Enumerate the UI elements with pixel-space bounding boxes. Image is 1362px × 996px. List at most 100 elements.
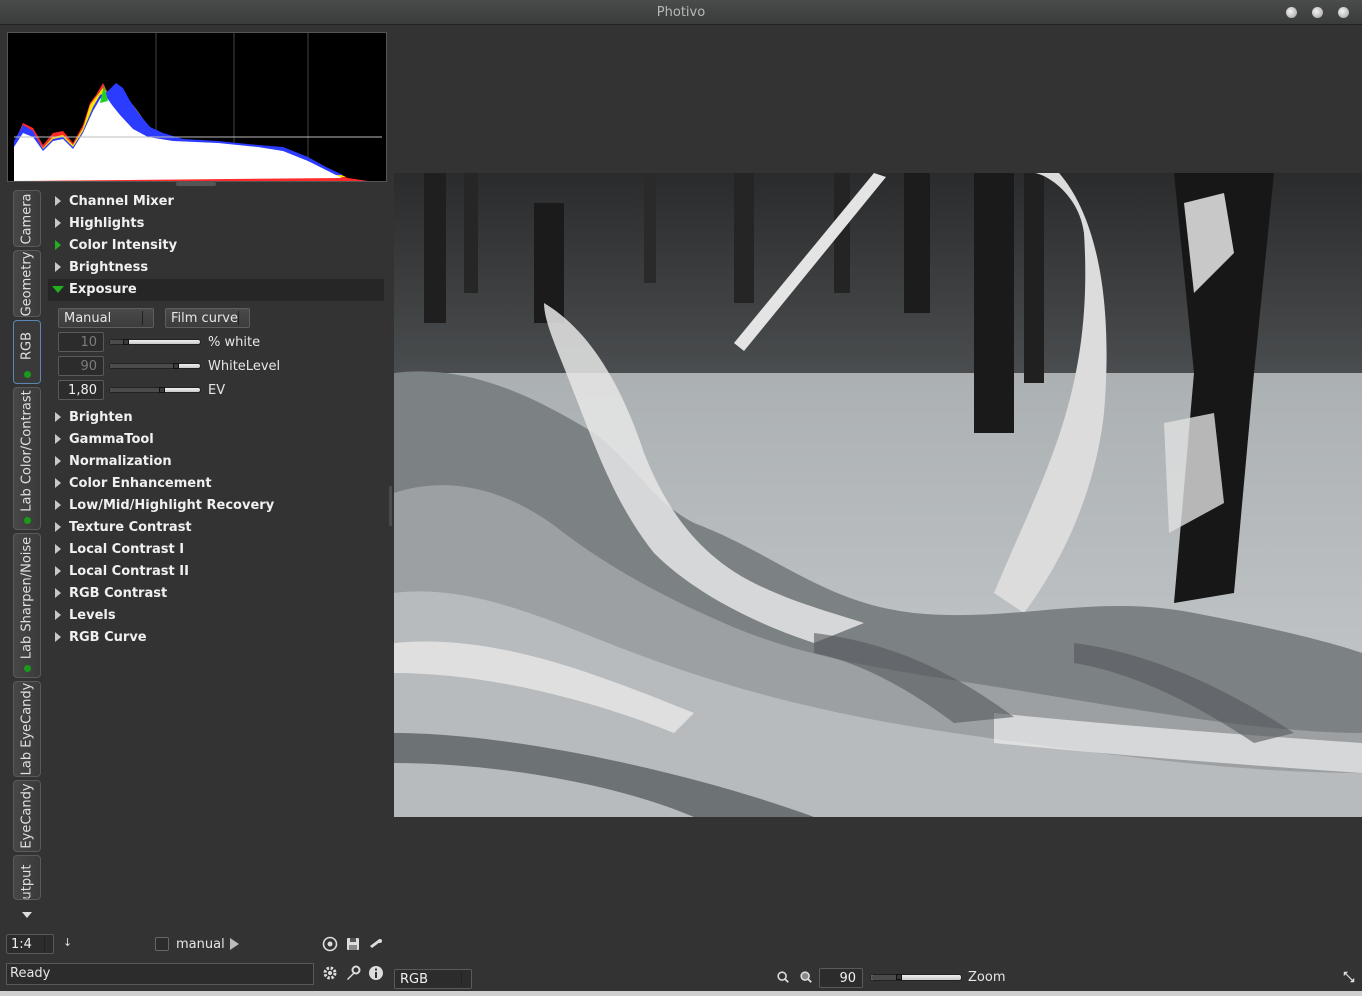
filter-channel-mixer[interactable]: Channel Mixer bbox=[48, 191, 384, 213]
ev-slider[interactable] bbox=[109, 387, 201, 393]
filter-label: Normalization bbox=[69, 454, 172, 469]
pipe-size-select[interactable]: 1:4 bbox=[6, 934, 54, 954]
filter-levels[interactable]: Levels bbox=[48, 605, 384, 627]
tab-geometry[interactable]: Geometry bbox=[13, 250, 41, 317]
tab-scroll-down-icon[interactable] bbox=[22, 912, 32, 918]
filter-rgb-contrast[interactable]: RGB Contrast bbox=[48, 583, 384, 605]
filter-label: Channel Mixer bbox=[69, 194, 174, 209]
slider-fill bbox=[110, 340, 123, 344]
run-pipe-play-icon[interactable] bbox=[230, 938, 239, 950]
filter-color-intensity[interactable]: Color Intensity bbox=[48, 235, 384, 257]
tool-tabs: Camera Geometry RGB Lab Color/Contrast L… bbox=[13, 188, 43, 900]
filter-normalization[interactable]: Normalization bbox=[48, 451, 384, 473]
expand-arrow-icon bbox=[55, 262, 61, 272]
fullscreen-icon[interactable] bbox=[1342, 970, 1356, 984]
tab-active-indicator bbox=[24, 371, 31, 378]
tab-lab-color-contrast[interactable]: Lab Color/Contrast bbox=[13, 387, 41, 530]
panel-splitter[interactable] bbox=[389, 486, 392, 526]
filter-brightness[interactable]: Brightness bbox=[48, 257, 384, 279]
slider-handle[interactable] bbox=[123, 339, 129, 345]
filter-exposure[interactable]: Exposure bbox=[48, 279, 384, 301]
window-title: Photivo bbox=[656, 5, 706, 20]
save-icon[interactable] bbox=[345, 936, 361, 952]
tab-lab-sharpen-noise[interactable]: Lab Sharpen/Noise bbox=[13, 533, 41, 678]
tab-camera[interactable]: Camera bbox=[13, 190, 41, 247]
filter-label: Levels bbox=[69, 608, 116, 623]
manual-checkbox[interactable] bbox=[155, 937, 169, 951]
combo-separator bbox=[142, 311, 143, 325]
exposure-curve-select[interactable]: Film curve bbox=[165, 308, 250, 328]
tab-eyecandy[interactable]: EyeCandy bbox=[13, 780, 41, 852]
filter-highlights[interactable]: Highlights bbox=[48, 213, 384, 235]
export-icon[interactable] bbox=[368, 936, 384, 952]
tab-lab-eyecandy[interactable]: Lab EyeCandy bbox=[13, 681, 41, 777]
maximize-button[interactable] bbox=[1312, 7, 1323, 18]
ev-input[interactable]: 1,80 bbox=[58, 380, 104, 400]
close-button[interactable] bbox=[1338, 7, 1349, 18]
filter-rgb-curve[interactable]: RGB Curve bbox=[48, 627, 384, 649]
filter-label: Highlights bbox=[69, 216, 145, 231]
filter-brighten[interactable]: Brighten bbox=[48, 407, 384, 429]
collapse-arrow-icon bbox=[52, 286, 64, 293]
zoom-slider[interactable] bbox=[870, 974, 962, 981]
filter-list: Channel Mixer Highlights Color Intensity… bbox=[48, 191, 386, 651]
filter-label: GammaTool bbox=[69, 432, 154, 447]
slider-handle[interactable] bbox=[159, 387, 165, 393]
white-level-input[interactable]: 90 bbox=[58, 356, 104, 376]
zoom-fit-icon[interactable] bbox=[776, 970, 790, 984]
reset-icon[interactable] bbox=[322, 936, 338, 952]
tab-rgb[interactable]: RGB bbox=[13, 320, 41, 384]
filter-label: Color Intensity bbox=[69, 238, 178, 253]
filter-label: Exposure bbox=[69, 282, 137, 297]
expand-arrow-icon bbox=[55, 196, 61, 206]
image-preview[interactable] bbox=[394, 173, 1362, 817]
status-text: Ready bbox=[10, 966, 51, 981]
tab-label: Geometry bbox=[19, 251, 35, 316]
exposure-curve-value: Film curve bbox=[171, 311, 238, 326]
filter-color-enhancement[interactable]: Color Enhancement bbox=[48, 473, 384, 495]
white-percent-input[interactable]: 10 bbox=[58, 332, 104, 352]
expand-arrow-icon bbox=[55, 434, 61, 444]
zoom-input[interactable]: 90 bbox=[819, 968, 863, 988]
ev-label: EV bbox=[208, 383, 226, 398]
exposure-mode-value: Manual bbox=[64, 311, 112, 326]
gear-icon[interactable] bbox=[322, 965, 338, 981]
slider-fill bbox=[110, 364, 173, 368]
expand-arrow-icon bbox=[55, 218, 61, 228]
down-arrow-icon[interactable]: ↓ bbox=[63, 936, 72, 949]
filter-gammatool[interactable]: GammaTool bbox=[48, 429, 384, 451]
zoom-100-icon[interactable] bbox=[799, 970, 813, 984]
slider-handle[interactable] bbox=[173, 363, 179, 369]
minimize-button[interactable] bbox=[1286, 7, 1297, 18]
filter-local-contrast-1[interactable]: Local Contrast I bbox=[48, 539, 384, 561]
tab-label: Lab Color/Contrast bbox=[19, 390, 35, 513]
filter-low-mid-highlight-recovery[interactable]: Low/Mid/Highlight Recovery bbox=[48, 495, 384, 517]
filter-label: Local Contrast I bbox=[69, 542, 185, 557]
tab-label: Lab EyeCandy bbox=[19, 682, 35, 776]
slider-fill bbox=[110, 388, 159, 392]
title-bar[interactable]: Photivo bbox=[0, 0, 1362, 25]
tab-output[interactable]: utput bbox=[13, 855, 41, 900]
wrench-icon[interactable] bbox=[345, 965, 361, 981]
status-bar: Ready bbox=[6, 963, 314, 985]
histogram-resize-handle[interactable] bbox=[176, 182, 216, 186]
histogram bbox=[7, 32, 387, 182]
tab-label: Lab Sharpen/Noise bbox=[19, 537, 35, 660]
filter-label: Brighten bbox=[69, 410, 133, 425]
expand-arrow-icon bbox=[55, 456, 61, 466]
expand-arrow-icon bbox=[55, 500, 61, 510]
white-percent-slider[interactable] bbox=[109, 339, 201, 345]
white-level-slider[interactable] bbox=[109, 363, 201, 369]
tab-label: Camera bbox=[19, 192, 35, 245]
tab-label: RGB bbox=[19, 331, 35, 360]
tab-scroll-up-icon[interactable] bbox=[24, 896, 30, 900]
exposure-mode-select[interactable]: Manual bbox=[58, 308, 154, 328]
info-icon[interactable] bbox=[368, 965, 384, 981]
filter-label: RGB Contrast bbox=[69, 586, 168, 601]
slider-handle[interactable] bbox=[896, 974, 902, 980]
tab-active-indicator bbox=[24, 517, 31, 524]
expand-arrow-icon bbox=[55, 478, 61, 488]
filter-local-contrast-2[interactable]: Local Contrast II bbox=[48, 561, 384, 583]
tab-label: EyeCandy bbox=[19, 783, 35, 849]
filter-texture-contrast[interactable]: Texture Contrast bbox=[48, 517, 384, 539]
